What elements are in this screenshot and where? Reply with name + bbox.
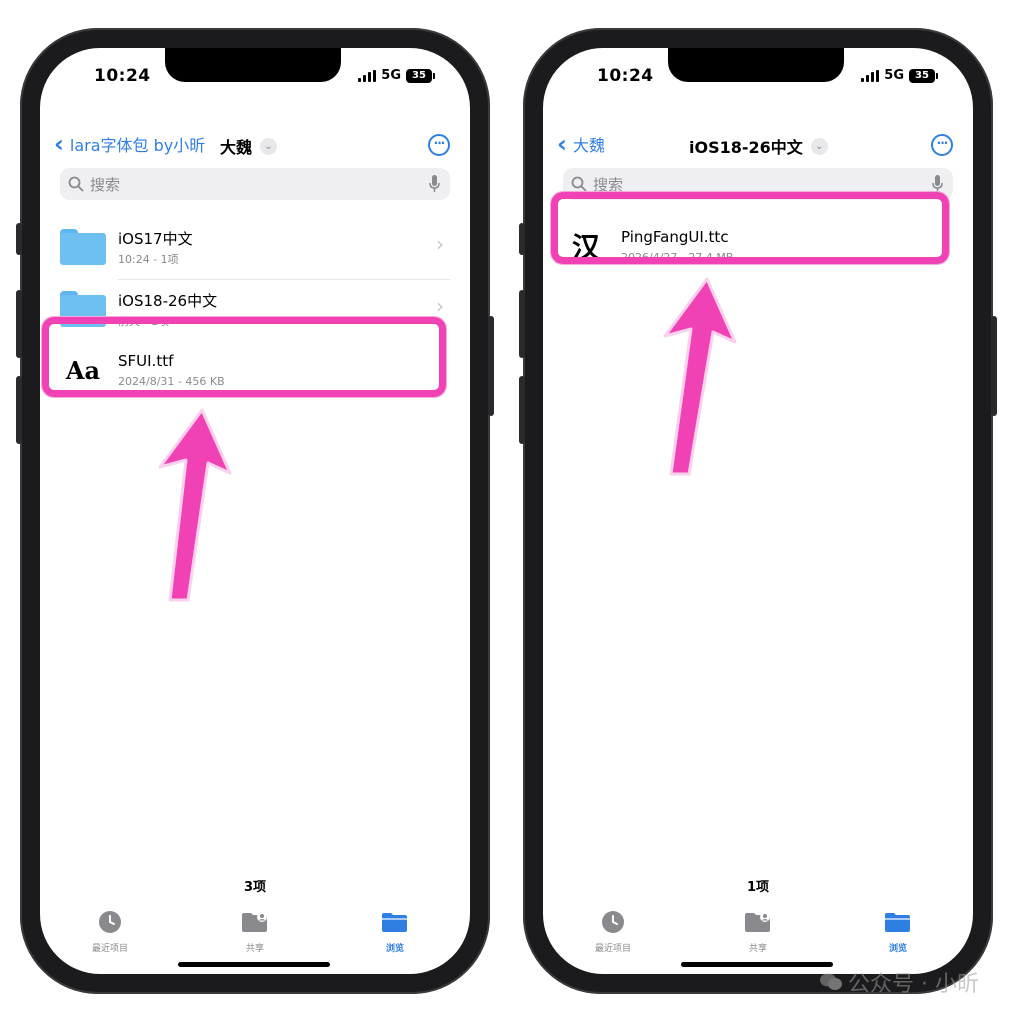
screen: 10:24 5G 35 ‹ lara字体包 by小昕 大魏 ⌄ ··· 搜索 i… (40, 48, 470, 974)
power-button (488, 316, 494, 416)
tab-label: 共享 (245, 944, 264, 954)
watermark-text: 公众号 · 小昕 (848, 972, 979, 997)
title-menu[interactable]: iOS18-26中文 ⌄ (689, 134, 828, 158)
battery-icon: 35 (909, 68, 938, 83)
status-indicators: 5G 35 (358, 68, 435, 83)
nav-bar: ‹ 大魏 iOS18-26中文 ⌄ ··· (543, 132, 973, 162)
clock-icon (602, 911, 624, 933)
wechat-icon (820, 973, 843, 990)
highlight-box-right (551, 192, 949, 264)
volume-down-button (519, 376, 525, 444)
tab-label: 共享 (748, 944, 767, 954)
highlight-box-left (42, 317, 446, 397)
back-button[interactable]: ‹ lara字体包 by小昕 (54, 132, 205, 156)
more-options-icon[interactable]: ··· (931, 134, 953, 156)
volume-down-button (16, 376, 22, 444)
left-phone: 10:24 5G 35 ‹ lara字体包 by小昕 大魏 ⌄ ··· 搜索 i… (16, 28, 494, 994)
search-placeholder: 搜索 (90, 175, 121, 194)
shared-folder-icon (242, 912, 267, 932)
back-label: 大魏 (572, 136, 605, 155)
item-count: 1项 (746, 880, 770, 895)
microphone-icon[interactable] (429, 175, 440, 193)
volume-up-button (519, 290, 525, 358)
mute-switch (519, 223, 525, 255)
browse-folder-icon (885, 913, 910, 932)
search-icon (68, 176, 84, 192)
tab-label: 最近项目 (91, 944, 128, 954)
notch (165, 48, 341, 82)
home-indicator (178, 962, 330, 967)
tab-label: 最近项目 (594, 944, 631, 954)
tab-shared[interactable]: 共享 (718, 910, 798, 954)
signal-icon (358, 69, 377, 82)
back-label: lara字体包 by小昕 (69, 136, 206, 155)
tab-recents[interactable]: 最近项目 (70, 910, 150, 954)
back-button[interactable]: ‹ 大魏 (557, 132, 605, 156)
microphone-icon[interactable] (932, 175, 943, 193)
chevron-left-icon: ‹ (557, 130, 567, 158)
watermark: 公众号 · 小昕 (820, 966, 979, 998)
tab-bar: 最近项目 共享 浏览 (40, 910, 470, 960)
chevron-right-icon: › (436, 232, 444, 256)
arrow-pointer-right (663, 277, 737, 476)
item-count: 3项 (243, 880, 267, 895)
network-label: 5G (884, 68, 904, 83)
signal-icon (861, 69, 880, 82)
notch (668, 48, 844, 82)
tab-label: 浏览 (888, 944, 907, 954)
tab-browse[interactable]: 浏览 (355, 910, 435, 954)
shared-folder-icon (745, 912, 770, 932)
status-time: 10:24 (597, 66, 654, 86)
search-icon (571, 176, 587, 192)
title-menu[interactable]: 大魏 ⌄ (220, 134, 278, 158)
chevron-left-icon: ‹ (54, 130, 64, 158)
arrow-pointer-left (158, 408, 232, 602)
item-meta: 10:24 - 1项 (118, 253, 179, 266)
item-name: iOS17中文 (118, 230, 193, 248)
browse-folder-icon (382, 913, 407, 932)
chevron-down-icon: ⌄ (260, 137, 278, 155)
network-label: 5G (381, 68, 401, 83)
search-bar[interactable]: 搜索 (60, 168, 450, 200)
tab-bar: 最近项目 共享 浏览 (543, 910, 973, 960)
chevron-down-icon: ⌄ (810, 137, 828, 155)
right-phone: 10:24 5G 35 ‹ 大魏 iOS18-26中文 ⌄ ··· 搜索 汉 P… (519, 28, 997, 994)
tab-recents[interactable]: 最近项目 (573, 910, 653, 954)
battery-icon: 35 (406, 68, 435, 83)
screen: 10:24 5G 35 ‹ 大魏 iOS18-26中文 ⌄ ··· 搜索 汉 P… (543, 48, 973, 974)
folder-icon (60, 226, 106, 266)
chevron-right-icon: › (436, 294, 444, 318)
power-button (991, 316, 997, 416)
volume-up-button (16, 290, 22, 358)
tab-label: 浏览 (385, 944, 404, 954)
status-indicators: 5G 35 (861, 68, 938, 83)
status-time: 10:24 (94, 66, 151, 86)
home-indicator (681, 962, 833, 967)
page-title: iOS18-26中文 (689, 138, 803, 157)
nav-bar: ‹ lara字体包 by小昕 大魏 ⌄ ··· (40, 132, 470, 162)
page-title: 大魏 (220, 138, 253, 157)
clock-icon (99, 911, 121, 933)
mute-switch (16, 223, 22, 255)
item-name: iOS18-26中文 (118, 292, 218, 310)
list-item[interactable]: iOS17中文 10:24 - 1项 › (60, 218, 450, 276)
tab-browse[interactable]: 浏览 (858, 910, 938, 954)
more-options-icon[interactable]: ··· (428, 134, 450, 156)
tab-shared[interactable]: 共享 (215, 910, 295, 954)
